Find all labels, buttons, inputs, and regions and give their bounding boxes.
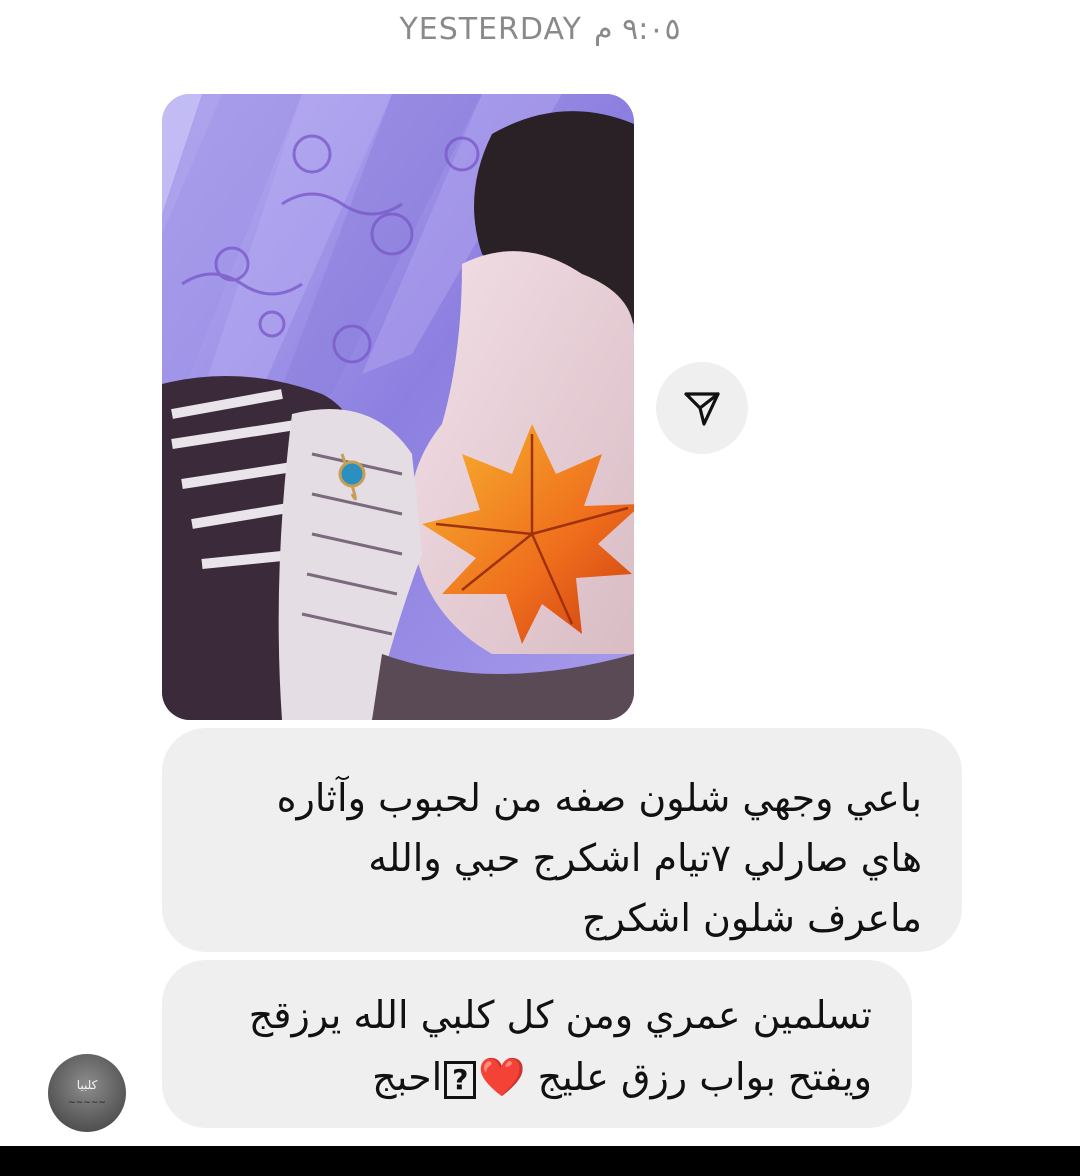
send-arrow-icon — [684, 392, 720, 426]
message-line: تسلمين عمري ومن كل كلبي الله يرزقج — [248, 993, 872, 1037]
avatar-subtext: ~~~~~ — [68, 1098, 106, 1108]
message-line: هاي صارلي ٧تيام اشكرج حبي والله — [368, 836, 922, 880]
message-line: باعي وجهي شلون صفه من لحبوب وآثاره — [276, 776, 922, 820]
received-message-bubble[interactable]: باعي وجهي شلون صفه من لحبوب وآثاره هاي ص… — [162, 728, 962, 952]
share-button[interactable] — [656, 362, 748, 454]
message-text: احبج — [372, 1055, 443, 1099]
message-text: ويفتح بواب رزق عليج — [537, 1055, 872, 1099]
message-timestamp: YESTERDAY ٩:٠٥ م — [0, 10, 1080, 50]
timestamp-day: YESTERDAY — [399, 12, 582, 47]
bottom-bar — [0, 1146, 1080, 1176]
timestamp-time: ٩:٠٥ م — [593, 12, 681, 47]
photo-image — [162, 94, 634, 720]
message-line: ويفتح بواب رزق عليج ❤️?احبج — [202, 1046, 872, 1108]
missing-glyph-icon: ? — [444, 1060, 477, 1099]
photo-message[interactable] — [162, 94, 634, 720]
avatar-text: كلبيا — [76, 1078, 98, 1092]
heart-emoji-icon: ❤️ — [478, 1055, 526, 1099]
avatar[interactable]: كلبيا ~~~~~ — [48, 1054, 126, 1132]
received-message-bubble[interactable]: تسلمين عمري ومن كل كلبي الله يرزقج ويفتح… — [162, 960, 912, 1128]
message-line: ماعرف شلون اشكرج — [582, 896, 922, 940]
